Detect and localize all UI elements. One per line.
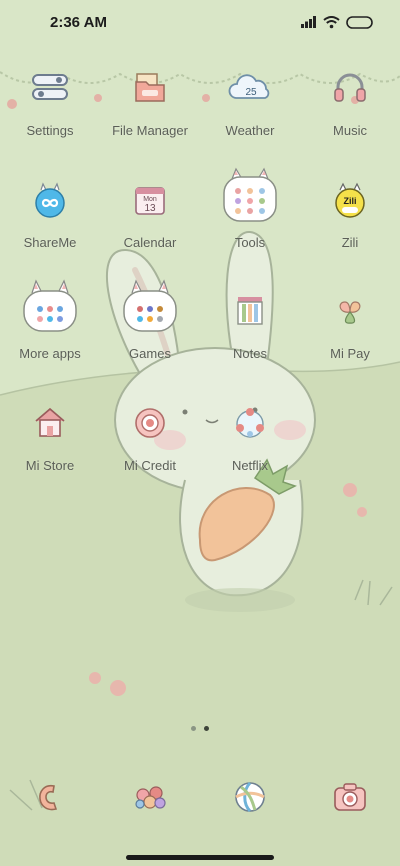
ball-browser-icon <box>222 775 278 819</box>
app-calendar[interactable]: Mon 13 Calendar <box>100 178 200 290</box>
app-music[interactable]: Music <box>300 66 400 178</box>
more-apps-folder-icon <box>22 279 78 333</box>
status-icons <box>301 15 374 29</box>
status-time: 2:36 AM <box>50 13 107 31</box>
calendar-day: Mon <box>143 196 157 203</box>
zili-icon: Zili <box>322 178 378 222</box>
dock <box>0 775 400 819</box>
app-label: Weather <box>225 123 275 138</box>
status-bar: 2:36 AM <box>0 0 400 44</box>
mi-pay-icon <box>322 289 378 333</box>
app-label: Netflix <box>231 457 269 473</box>
headphones-icon <box>322 66 378 110</box>
settings-icon <box>22 66 78 110</box>
phone-icon <box>22 775 78 819</box>
app-label: ShareMe <box>23 234 77 250</box>
page-dot[interactable] <box>191 726 196 731</box>
app-label: Mi Pay <box>330 346 370 361</box>
calendar-date: 13 <box>144 203 156 214</box>
dock-browser[interactable] <box>200 775 300 819</box>
weather-temp: 25 <box>245 87 257 98</box>
netflix-icon <box>222 401 278 445</box>
folder-icon <box>122 66 178 110</box>
battery-icon <box>346 15 373 29</box>
app-shareme[interactable]: ShareMe <box>0 178 100 290</box>
app-netflix[interactable]: Netflix <box>200 401 300 513</box>
mi-credit-icon <box>122 401 178 445</box>
flower-messages-icon <box>122 775 178 819</box>
app-label: File Manager <box>112 123 188 138</box>
app-label: Mi Credit <box>123 457 176 473</box>
app-label: Tools <box>234 234 266 250</box>
app-label: Music <box>333 123 367 138</box>
calendar-icon: Mon 13 <box>122 178 178 222</box>
app-settings[interactable]: Settings <box>0 66 100 178</box>
page-dot-active[interactable] <box>204 726 209 731</box>
app-label: Settings <box>26 123 74 138</box>
camera-icon <box>322 775 378 819</box>
dock-camera[interactable] <box>300 775 400 819</box>
shareme-icon <box>22 178 78 222</box>
app-grid: Settings File Manager 25 Weather Music S… <box>0 66 400 512</box>
notes-icon <box>222 289 278 333</box>
tools-folder-icon <box>222 167 278 222</box>
app-zili[interactable]: Zili Zili <box>300 178 400 290</box>
app-label: Mi Store <box>25 457 75 473</box>
page-indicator <box>0 726 400 731</box>
home-indicator[interactable] <box>126 855 274 860</box>
app-file-manager[interactable]: File Manager <box>100 66 200 178</box>
wifi-icon <box>323 15 340 28</box>
zili-brand: Zili <box>344 196 357 206</box>
app-label: Calendar <box>123 234 177 250</box>
app-weather[interactable]: 25 Weather <box>200 66 300 178</box>
app-folder-more-apps[interactable]: More apps <box>0 279 100 401</box>
app-label: Games <box>129 346 171 361</box>
dock-messages[interactable] <box>100 775 200 819</box>
app-notes[interactable]: Notes <box>200 289 300 401</box>
cloud-icon: 25 <box>222 66 278 110</box>
app-mi-store[interactable]: Mi Store <box>0 401 100 513</box>
app-label: Zili <box>341 234 359 250</box>
app-label: Notes <box>233 346 267 361</box>
app-folder-tools[interactable]: Tools <box>200 167 300 290</box>
dock-phone[interactable] <box>0 775 100 819</box>
app-folder-games[interactable]: Games <box>100 279 200 401</box>
app-label: More apps <box>19 346 81 361</box>
games-folder-icon <box>122 279 178 333</box>
house-icon <box>22 401 78 445</box>
app-mi-credit[interactable]: Mi Credit <box>100 401 200 513</box>
app-mi-pay[interactable]: Mi Pay <box>300 289 400 401</box>
signal-icon <box>301 16 316 28</box>
